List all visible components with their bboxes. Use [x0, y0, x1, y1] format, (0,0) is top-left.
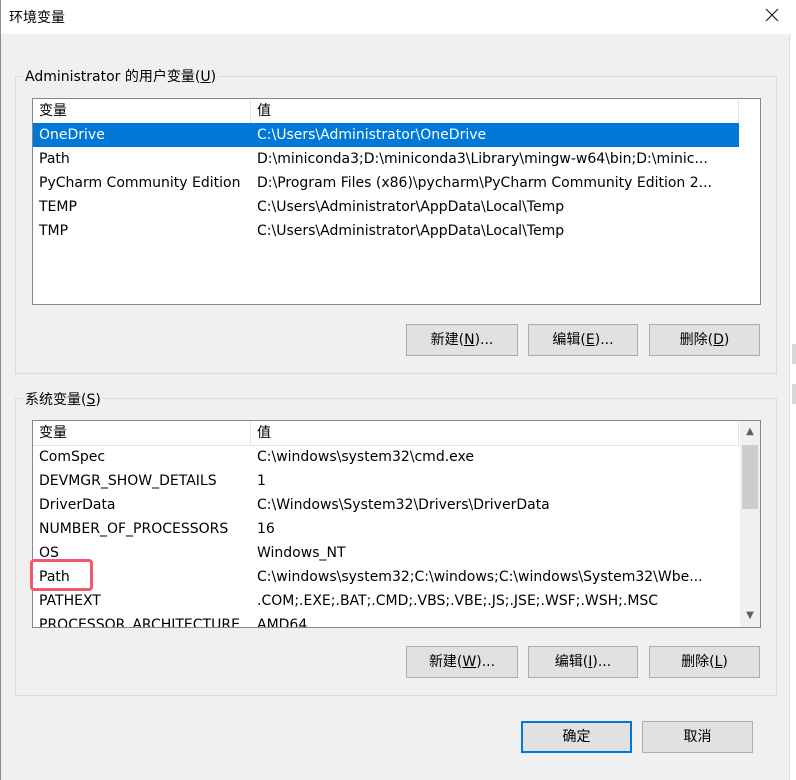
system-variables-list[interactable]: 变量 值 ComSpec C:\windows\system32\cmd.exe D… [32, 420, 761, 628]
user-variables-label-key: U [200, 69, 211, 85]
list-item[interactable]: PyCharm Community Edition D:\Program File… [33, 171, 739, 195]
list-item[interactable]: TMP C:\Users\Administrator\AppData\Local\… [33, 219, 739, 243]
list-item[interactable]: DEVMGR_SHOW_DETAILS 1 [33, 469, 739, 493]
list-item[interactable]: NUMBER_OF_PROCESSORS 16 [33, 517, 739, 541]
window-title: 环境变量 [9, 10, 65, 26]
variable-name: Path [39, 151, 70, 167]
column-header-value[interactable]: 值 [251, 421, 739, 445]
variable-name: ComSpec [39, 449, 106, 465]
button-key: N [464, 332, 475, 348]
button-label-suffix: )... [592, 654, 612, 670]
environment-variables-dialog: 环境变量 Administrator 的用户变量(U) 变量 值 OneDriv… [0, 0, 796, 780]
variable-value: Windows_NT [257, 545, 346, 561]
variable-name: PROCESSOR_ARCHITECTURE [39, 617, 240, 628]
list-item[interactable]: PROCESSOR_ARCHITECTURE AMD64 [33, 613, 739, 628]
button-label: 删除( [679, 332, 714, 348]
background-mark [792, 384, 796, 404]
user-variables-label: Administrator 的用户变量(U) [23, 66, 219, 86]
system-variables-label: 系统变量(S) [23, 389, 103, 409]
variable-name: DriverData [39, 497, 116, 513]
scroll-down-icon[interactable]: ▼ [740, 607, 760, 625]
button-label-suffix: ) [722, 654, 728, 670]
system-edit-button[interactable]: 编辑(I)... [528, 646, 638, 678]
variable-name: OneDrive [39, 127, 105, 143]
button-key: W [462, 654, 477, 670]
list-item[interactable]: OneDrive C:\Users\Administrator\OneDrive [33, 123, 739, 147]
button-label: 删除( [681, 654, 715, 670]
title-bar: 环境变量 [1, 0, 796, 34]
variable-value: D:\Program Files (x86)\pycharm\PyCharm C… [257, 175, 713, 191]
ok-button[interactable]: 确定 [521, 721, 632, 753]
list-header: 变量 值 [33, 421, 739, 446]
variable-name: TMP [39, 223, 69, 239]
column-header-name[interactable]: 变量 [33, 421, 251, 445]
close-icon[interactable] [763, 6, 781, 24]
list-item[interactable]: DriverData C:\Windows\System32\Drivers\Dr… [33, 493, 739, 517]
list-item[interactable]: ComSpec C:\windows\system32\cmd.exe [33, 445, 739, 469]
system-variables-label-text: 系统变量( [25, 392, 87, 408]
variable-value: AMD64 [257, 617, 308, 628]
list-item[interactable]: TEMP C:\Users\Administrator\AppData\Local… [33, 195, 739, 219]
user-variables-label-suffix: ) [210, 69, 217, 85]
variable-name: NUMBER_OF_PROCESSORS [39, 521, 229, 537]
variable-value: D:\miniconda3;D:\miniconda3\Library\ming… [257, 151, 708, 167]
variable-value: C:\Users\Administrator\AppData\Local\Tem… [257, 223, 565, 239]
scroll-up-icon[interactable]: ▲ [740, 423, 760, 441]
variable-value: 1 [257, 473, 266, 489]
system-delete-button[interactable]: 删除(L) [649, 646, 760, 678]
annotation-highlight-box [30, 559, 93, 591]
list-item[interactable]: OS Windows_NT [33, 541, 739, 565]
scrollbar-thumb[interactable] [742, 445, 758, 509]
system-variables-label-suffix: ) [95, 392, 101, 408]
background-mark [792, 344, 796, 364]
button-label: 新建( [430, 332, 465, 348]
button-label-suffix: )... [474, 332, 494, 348]
list-header: 变量 值 [33, 99, 739, 124]
button-key: E [585, 332, 595, 348]
variable-value: C:\windows\system32;C:\windows;C:\window… [257, 569, 703, 585]
button-label: 编辑( [554, 654, 589, 670]
variable-name: TEMP [39, 199, 77, 215]
list-item[interactable]: Path C:\windows\system32;C:\windows;C:\wi… [33, 565, 739, 589]
user-edit-button[interactable]: 编辑(E)... [528, 324, 638, 356]
user-delete-button[interactable]: 删除(D) [649, 324, 760, 356]
user-variables-label-text: Administrator 的用户变量( [25, 69, 201, 85]
button-label-suffix: )... [594, 332, 614, 348]
column-header-value[interactable]: 值 [251, 99, 739, 123]
variable-value: C:\Users\Administrator\OneDrive [257, 127, 487, 143]
list-item[interactable]: PATHEXT .COM;.EXE;.BAT;.CMD;.VBS;.VBE;.JS… [33, 589, 739, 613]
variable-value: C:\Windows\System32\Drivers\DriverData [257, 497, 550, 513]
button-label: 新建( [428, 654, 463, 670]
background-window-edge [789, 34, 796, 780]
variable-value: .COM;.EXE;.BAT;.CMD;.VBS;.VBE;.JS;.JSE;.… [257, 593, 659, 609]
variable-name: PATHEXT [39, 593, 101, 609]
column-header-name[interactable]: 变量 [33, 99, 251, 123]
user-new-button[interactable]: 新建(N)... [406, 324, 518, 356]
variable-name: DEVMGR_SHOW_DETAILS [39, 473, 217, 489]
button-label-suffix: )... [476, 654, 496, 670]
variable-value: C:\windows\system32\cmd.exe [257, 449, 474, 465]
list-item[interactable]: Path D:\miniconda3;D:\miniconda3\Library\… [33, 147, 739, 171]
user-variables-list[interactable]: 变量 值 OneDrive C:\Users\Administrator\OneD… [32, 98, 761, 305]
system-list-scrollbar[interactable]: ▲ ▼ [740, 421, 760, 627]
variable-value: C:\Users\Administrator\AppData\Local\Tem… [257, 199, 565, 215]
button-label: 编辑( [552, 332, 586, 348]
button-key: D [713, 332, 724, 348]
system-new-button[interactable]: 新建(W)... [406, 646, 518, 678]
button-label-suffix: ) [723, 332, 730, 348]
cancel-button[interactable]: 取消 [642, 721, 753, 753]
variable-value: 16 [257, 521, 275, 537]
variable-name: PyCharm Community Edition [39, 175, 241, 191]
